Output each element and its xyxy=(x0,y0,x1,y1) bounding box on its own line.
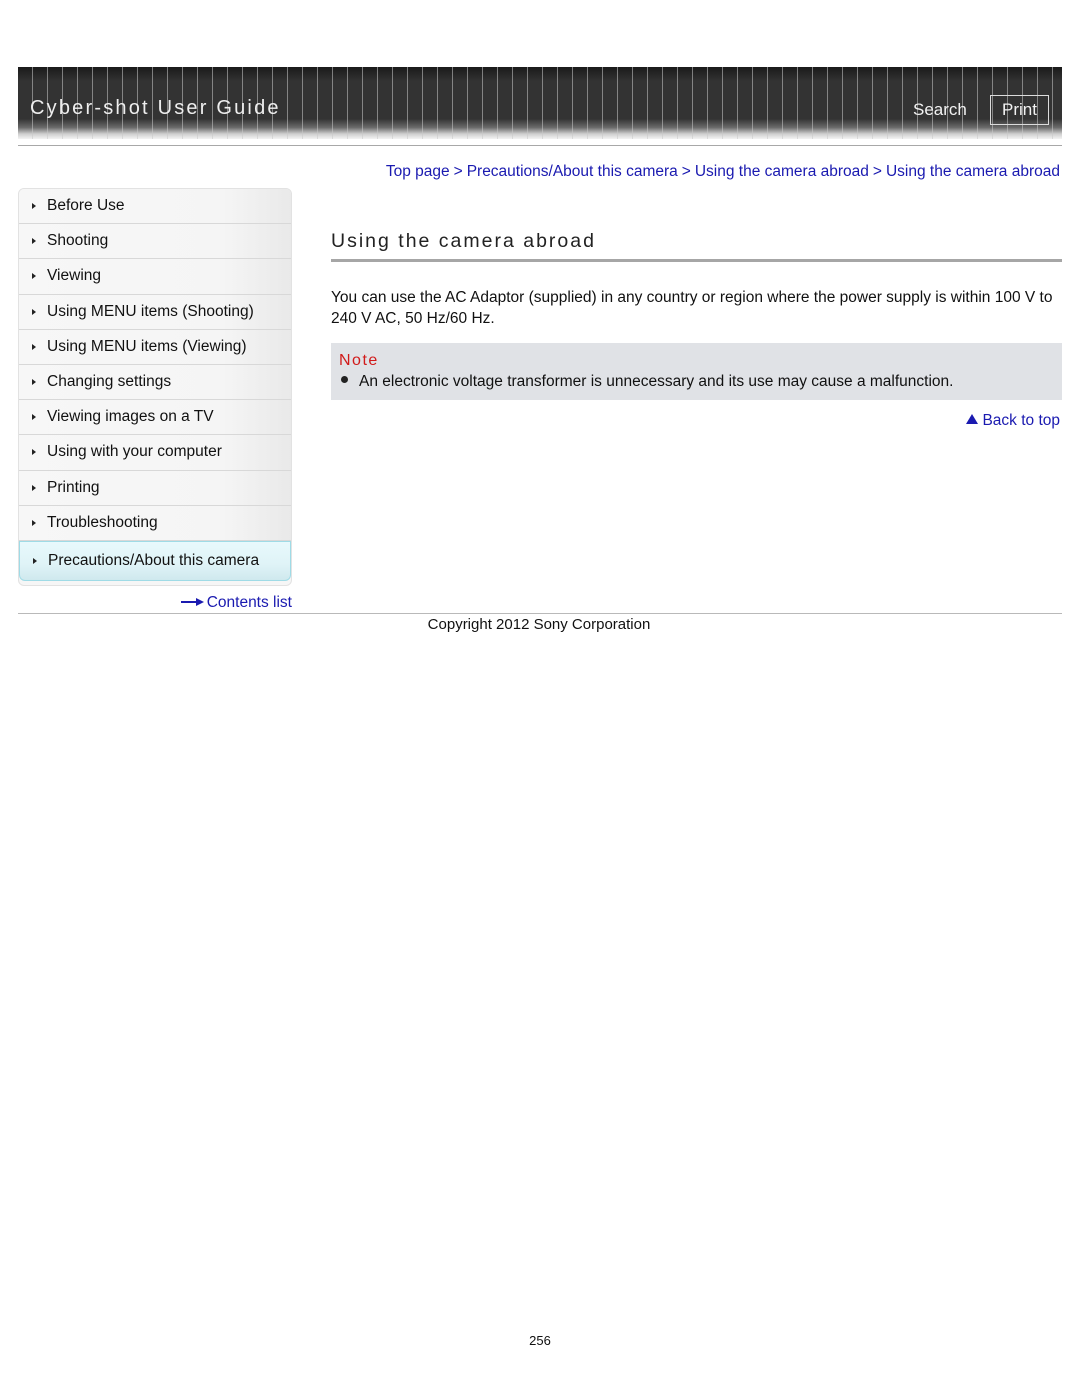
note-box: Note An electronic voltage transformer i… xyxy=(331,343,1062,400)
sidebar-item-label: Viewing xyxy=(47,267,102,285)
breadcrumb-current[interactable]: Using the camera abroad xyxy=(886,163,1060,180)
sidebar-item-label: Shooting xyxy=(47,232,109,250)
sidebar-item-label: Precautions/About this camera xyxy=(48,551,260,569)
guide-title: Cyber-shot User Guide xyxy=(30,97,281,119)
sidebar-item-menu-viewing[interactable]: Using MENU items (Viewing) xyxy=(19,329,291,365)
triangle-right-icon xyxy=(32,519,36,526)
triangle-right-icon xyxy=(32,414,36,421)
triangle-right-icon xyxy=(32,238,36,245)
sidebar-item-label: Troubleshooting xyxy=(47,513,158,531)
breadcrumb-separator: > xyxy=(681,163,691,180)
note-item-text: An electronic voltage transformer is unn… xyxy=(359,373,954,390)
triangle-right-icon xyxy=(32,203,36,210)
arrow-right-icon xyxy=(180,594,205,612)
title-divider xyxy=(331,259,1062,262)
contents-list-link[interactable]: Contents list xyxy=(180,594,292,612)
breadcrumb-section[interactable]: Using the camera abroad xyxy=(695,163,869,180)
sidebar-item-label: Printing xyxy=(47,478,100,496)
print-button[interactable]: Print xyxy=(990,95,1049,125)
search-button[interactable]: Search xyxy=(913,100,967,120)
triangle-right-icon xyxy=(32,484,36,491)
breadcrumb: Top page > Precautions/About this camera > U… xyxy=(386,163,1060,181)
sidebar-item-label: Using with your computer xyxy=(47,443,222,461)
triangle-up-icon xyxy=(966,413,979,424)
sidebar-item-label: Using MENU items (Viewing) xyxy=(47,337,247,355)
header-divider xyxy=(18,145,1062,146)
triangle-right-icon xyxy=(32,343,36,350)
sidebar-nav: Before Use Shooting Viewing Using MENU i… xyxy=(18,188,292,586)
note-item: An electronic voltage transformer is unn… xyxy=(341,373,953,391)
sidebar-item-computer[interactable]: Using with your computer xyxy=(19,435,291,471)
sidebar-item-before-use[interactable]: Before Use xyxy=(19,189,291,225)
sidebar-item-label: Viewing images on a TV xyxy=(47,408,214,426)
back-to-top-link[interactable]: Back to top xyxy=(966,412,1060,430)
copyright: Copyright 2012 Sony Corporation xyxy=(427,616,651,633)
sidebar-item-menu-shooting[interactable]: Using MENU items (Shooting) xyxy=(19,294,291,330)
page-number: 256 xyxy=(529,1333,551,1348)
sidebar-item-troubleshooting[interactable]: Troubleshooting xyxy=(19,505,291,541)
sidebar-item-label: Changing settings xyxy=(47,373,172,391)
sidebar-item-shooting[interactable]: Shooting xyxy=(19,224,291,260)
back-to-top-label: Back to top xyxy=(982,412,1060,429)
triangle-right-icon xyxy=(33,557,37,564)
breadcrumb-precautions[interactable]: Precautions/About this camera xyxy=(467,163,678,180)
triangle-right-icon xyxy=(32,273,36,280)
body-paragraph: You can use the AC Adaptor (supplied) in… xyxy=(331,289,1053,327)
page-title: Using the camera abroad xyxy=(331,230,596,252)
footer-divider xyxy=(18,613,1062,614)
note-title: Note xyxy=(339,352,379,369)
sidebar-item-changing-settings[interactable]: Changing settings xyxy=(19,364,291,401)
breadcrumb-separator: > xyxy=(453,163,463,180)
breadcrumb-separator: > xyxy=(872,163,882,180)
bullet-icon xyxy=(341,376,348,384)
contents-list-label: Contents list xyxy=(206,594,292,612)
sidebar-item-printing[interactable]: Printing xyxy=(19,470,291,506)
triangle-right-icon xyxy=(32,379,36,386)
breadcrumb-top-page[interactable]: Top page xyxy=(386,163,450,180)
triangle-right-icon xyxy=(32,449,36,456)
sidebar-item-viewing-on-tv[interactable]: Viewing images on a TV xyxy=(19,400,291,436)
sidebar-item-label: Before Use xyxy=(47,197,125,215)
sidebar-item-label: Using MENU items (Shooting) xyxy=(47,302,254,320)
sidebar-item-viewing[interactable]: Viewing xyxy=(19,259,291,295)
triangle-right-icon xyxy=(32,308,36,315)
sidebar-item-precautions[interactable]: Precautions/About this camera xyxy=(19,540,291,581)
